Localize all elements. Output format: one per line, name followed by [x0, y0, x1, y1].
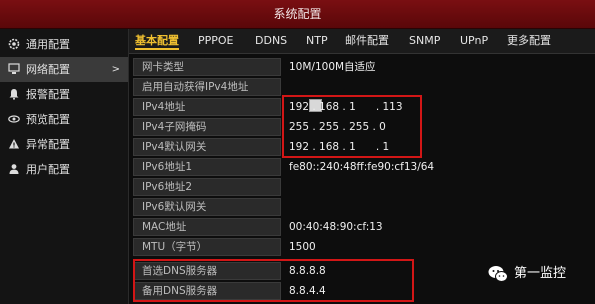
sidebar-item-label: 异常配置	[26, 138, 70, 151]
ipv6-address-2-value	[285, 178, 595, 196]
network-icon	[8, 59, 20, 74]
tab-basic-config[interactable]: 基本配置	[135, 29, 179, 53]
field-label: MAC地址	[133, 218, 281, 236]
field-label: IPv6默认网关	[133, 198, 281, 216]
field-label: IPv6地址1	[133, 158, 281, 176]
ipv6-address-1-value: fe80::240:48ff:fe90:cf13/64	[289, 161, 435, 173]
watermark-text: 第一监控	[514, 266, 567, 281]
sidebar-item-label: 报警配置	[26, 88, 70, 101]
nic-type-select[interactable]: 10M/100M自适应	[285, 58, 595, 76]
window-titlebar: 系统配置	[0, 0, 595, 29]
field-label: IPv6地址2	[133, 178, 281, 196]
tab-upnp[interactable]: UPnP	[460, 29, 488, 53]
tab-ddns[interactable]: DDNS	[255, 29, 287, 53]
sidebar-item-network[interactable]: 网络配置 >	[0, 57, 128, 82]
sidebar-item-preview[interactable]: 预览配置	[0, 107, 128, 132]
highlight-box-dns	[133, 259, 414, 302]
field-value-cell	[285, 78, 595, 112]
tab-pppoe[interactable]: PPPOE	[198, 29, 234, 53]
tab-bar: 基本配置 PPPOE DDNS NTP 邮件配置 SNMP UPnP 更多配置	[129, 29, 595, 54]
preview-eye-icon	[8, 109, 20, 123]
field-label: IPv4默认网关	[133, 138, 281, 156]
tab-snmp[interactable]: SNMP	[409, 29, 440, 53]
sidebar-item-general[interactable]: 通用配置	[0, 32, 128, 57]
field-row-ipv6-address-1: IPv6地址1 fe80::240:48ff:fe90:cf13/64	[133, 158, 595, 177]
field-row-mtu: MTU（字节） 1500	[133, 238, 595, 257]
sidebar-item-label: 用户配置	[26, 163, 70, 176]
mtu-input[interactable]: 1500	[285, 238, 595, 256]
field-label: MTU（字节）	[133, 238, 281, 256]
tab-email-config[interactable]: 邮件配置	[345, 29, 389, 53]
gear-icon	[8, 34, 20, 50]
alarm-icon	[8, 84, 20, 100]
sidebar-item-user[interactable]: 用户配置	[0, 157, 128, 182]
tab-more-config[interactable]: 更多配置	[507, 29, 551, 53]
field-label: 启用自动获得IPv4地址	[133, 78, 281, 96]
user-icon	[8, 159, 20, 174]
ipv6-gateway-value	[285, 198, 595, 216]
mac-address-value: 00:40:48:90:cf:13	[289, 221, 383, 233]
wechat-logo-icon	[487, 263, 509, 285]
field-label: IPv4子网掩码	[133, 118, 281, 136]
field-row-nic-type: 网卡类型 10M/100M自适应	[133, 58, 595, 77]
sidebar-item-label: 预览配置	[26, 113, 70, 126]
highlight-box-ipv4	[282, 95, 422, 158]
tab-ntp[interactable]: NTP	[306, 29, 328, 53]
sidebar-item-label: 网络配置	[26, 63, 70, 76]
field-label: 网卡类型	[133, 58, 281, 76]
window-title: 系统配置	[273, 7, 322, 21]
field-row-mac-address: MAC地址 00:40:48:90:cf:13	[133, 218, 595, 237]
watermark: 第一监控	[487, 262, 566, 286]
field-label: IPv4地址	[133, 98, 281, 116]
warning-icon	[8, 134, 20, 149]
sidebar-item-exception[interactable]: 异常配置	[0, 132, 128, 157]
field-row-ipv6-address-2: IPv6地址2	[133, 178, 595, 197]
sidebar: 通用配置 网络配置 > 报警配置 预览配置 异常配置 用户配置	[0, 29, 129, 304]
sidebar-item-label: 通用配置	[26, 38, 70, 51]
field-row-ipv6-gateway: IPv6默认网关	[133, 198, 595, 217]
sidebar-item-alarm[interactable]: 报警配置	[0, 82, 128, 107]
chevron-right-icon: >	[111, 64, 120, 75]
